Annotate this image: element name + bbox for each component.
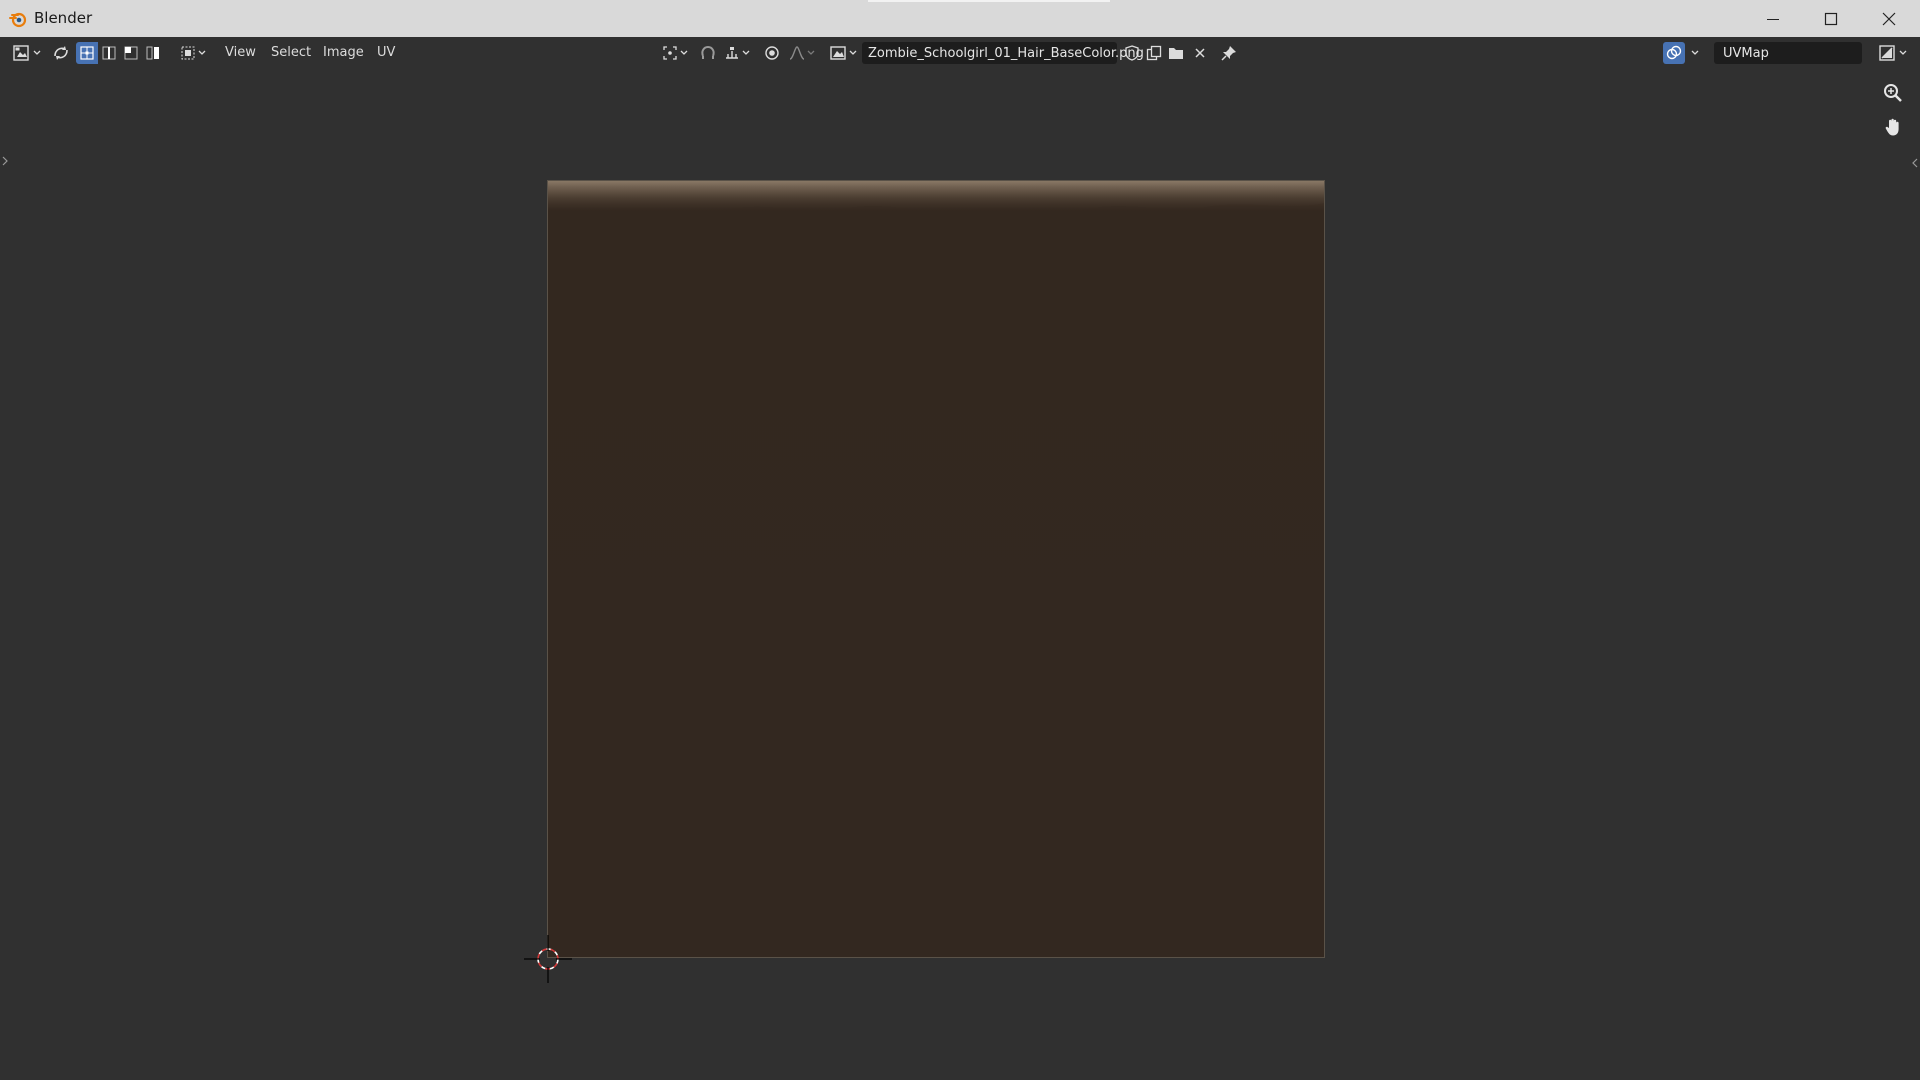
minimize-icon [1767, 19, 1779, 20]
image-browse-icon [830, 46, 846, 60]
duplicate-image-icon [1146, 45, 1162, 61]
chevron-down-icon [1691, 50, 1699, 55]
sidebar-expand-icon[interactable] [1911, 157, 1919, 169]
snap-increment-icon [726, 47, 738, 59]
duplicate-image-button[interactable] [1143, 42, 1165, 64]
minimize-button[interactable] [1744, 0, 1802, 37]
titlebar-drag-hint [868, 0, 1110, 2]
pin-image-button[interactable] [1218, 42, 1240, 64]
blender-logo-icon [9, 12, 27, 28]
edge-select-icon [102, 46, 116, 60]
face-select-icon [124, 46, 138, 60]
close-icon [1195, 48, 1205, 58]
zoom-icon [1884, 84, 1902, 102]
close-window-button[interactable] [1860, 0, 1918, 37]
chevron-down-icon [849, 50, 857, 55]
vertex-select-button[interactable] [76, 42, 98, 64]
uv-select-mode-group [76, 42, 164, 64]
vertex-select-icon [80, 46, 94, 60]
menu-image[interactable]: Image [323, 45, 364, 60]
menu-uv[interactable]: UV [377, 45, 395, 60]
snap-toggle-button[interactable] [697, 42, 719, 64]
image-browse-button[interactable] [827, 42, 860, 64]
image-name-field[interactable]: Zombie_Schoolgirl_01_Hair_BaseColor.png [862, 42, 1144, 64]
window-titlebar: Blender [0, 0, 1920, 37]
window-title: Blender [34, 9, 93, 27]
chevron-down-icon [807, 50, 815, 55]
overlays-icon [1666, 45, 1682, 60]
texture-image [547, 180, 1325, 958]
hand-pan-icon [1885, 118, 1899, 136]
unlink-image-button[interactable] [1189, 42, 1211, 64]
open-folder-icon [1169, 48, 1183, 59]
image-editor-icon [13, 45, 29, 61]
proportional-edit-button[interactable] [761, 42, 783, 64]
editor-type-button[interactable] [10, 42, 44, 64]
overlays-toggle[interactable] [1663, 42, 1685, 64]
chevron-down-icon [1899, 50, 1907, 55]
face-select-button[interactable] [120, 42, 142, 64]
uv-map-field[interactable]: UVMap [1714, 42, 1862, 64]
uv-sync-select-icon [54, 46, 68, 60]
display-channels-icon [1879, 45, 1895, 61]
pivot-point-icon [663, 46, 677, 60]
maximize-button[interactable] [1802, 0, 1860, 37]
chevron-down-icon [680, 50, 688, 55]
chevron-down-icon [198, 50, 206, 55]
falloff-curve-icon [789, 46, 805, 60]
pin-icon [1221, 46, 1236, 61]
island-select-button[interactable] [142, 42, 164, 64]
menu-view[interactable]: View [225, 45, 256, 60]
image-editor-viewport[interactable] [0, 69, 1920, 1080]
proportional-falloff-button[interactable] [785, 42, 819, 64]
pivot-point-button[interactable] [660, 42, 690, 64]
edge-select-button[interactable] [98, 42, 120, 64]
sticky-select-icon [181, 46, 195, 60]
island-select-icon [146, 46, 159, 60]
pan-gizmo[interactable] [1879, 113, 1907, 141]
menu-select[interactable]: Select [271, 45, 311, 60]
sticky-select-button[interactable] [178, 42, 208, 64]
chevron-down-icon [742, 50, 750, 55]
proportional-edit-icon [765, 46, 779, 60]
maximize-icon [1824, 12, 1838, 26]
snap-target-button[interactable] [720, 42, 754, 64]
display-channels-button[interactable] [1876, 42, 1910, 64]
snap-icon [701, 45, 715, 59]
close-icon [1882, 12, 1896, 26]
chevron-down-icon [33, 50, 41, 55]
open-image-button[interactable] [1165, 42, 1187, 64]
toolbar-expand-icon[interactable] [1, 155, 9, 167]
zoom-gizmo[interactable] [1879, 79, 1907, 107]
uv-sync-select-button[interactable] [50, 42, 72, 64]
overlays-button[interactable] [1661, 42, 1701, 64]
2d-cursor-icon[interactable] [524, 935, 572, 983]
hair-texture-detail [548, 181, 1324, 212]
